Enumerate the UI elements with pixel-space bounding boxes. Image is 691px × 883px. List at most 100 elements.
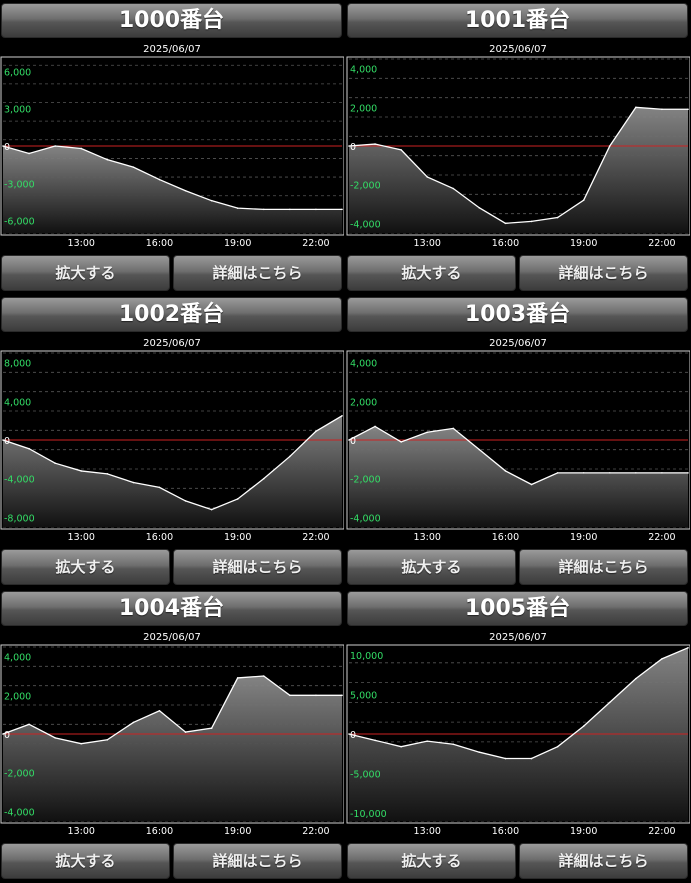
y-tick-label: 2,000 xyxy=(350,397,377,408)
data-point xyxy=(158,486,161,489)
data-point xyxy=(530,757,533,760)
data-point xyxy=(54,737,56,739)
data-point xyxy=(289,208,291,211)
data-point xyxy=(504,757,507,760)
zoom-button[interactable]: 拡大する xyxy=(1,843,170,879)
y-tick-label: 4,000 xyxy=(4,653,31,664)
y-tick-label: 0 xyxy=(4,436,10,447)
data-point xyxy=(106,739,109,741)
data-point xyxy=(530,220,533,223)
data-point xyxy=(635,472,637,474)
data-point xyxy=(374,739,376,742)
data-point xyxy=(106,473,109,475)
chart-svg: 2025/06/07 4,000 2,000 0 -2,000 -4,000 13:00 16… xyxy=(0,632,344,836)
machine-title: 1001番台 xyxy=(347,3,688,38)
y-tick-label: 4,000 xyxy=(350,359,377,370)
y-tick-label: 2,000 xyxy=(4,691,31,702)
data-point xyxy=(132,481,135,484)
machine-title: 1002番台 xyxy=(1,297,342,332)
details-button[interactable]: 詳細はこちら xyxy=(173,255,342,291)
details-button[interactable]: 詳細はこちら xyxy=(519,255,688,291)
y-tick-label: -8,000 xyxy=(4,513,35,524)
data-point xyxy=(289,694,291,697)
data-point xyxy=(210,508,213,511)
x-tick-label: 16:00 xyxy=(492,532,519,542)
data-point xyxy=(106,158,109,161)
data-point xyxy=(426,176,429,178)
y-tick-label: 4,000 xyxy=(4,397,31,408)
y-tick-label: -5,000 xyxy=(350,770,381,781)
data-point xyxy=(582,725,585,727)
y-tick-label: -4,000 xyxy=(4,475,35,486)
x-tick-label: 19:00 xyxy=(224,826,251,836)
y-tick-label: -4,000 xyxy=(350,513,381,524)
data-point xyxy=(262,477,265,480)
data-point xyxy=(452,427,455,430)
data-point xyxy=(80,742,83,745)
x-tick-label: 22:00 xyxy=(648,238,675,248)
y-tick-label: 0 xyxy=(4,730,10,741)
data-point xyxy=(184,731,187,733)
data-point xyxy=(341,208,343,211)
zoom-button[interactable]: 拡大する xyxy=(347,549,516,585)
data-point xyxy=(452,743,455,746)
data-point xyxy=(426,740,429,742)
data-point xyxy=(374,143,376,145)
x-tick-label: 22:00 xyxy=(648,826,675,836)
chart-area: 2025/06/07 4,000 2,000 0 -2,000 -4,000 13:00 16… xyxy=(346,334,690,542)
x-tick-label: 13:00 xyxy=(414,826,441,836)
y-tick-label: 2,000 xyxy=(350,103,377,114)
data-point xyxy=(556,216,559,219)
x-tick-label: 19:00 xyxy=(570,238,597,248)
x-tick-label: 16:00 xyxy=(146,532,173,542)
machine-panel: 1001番台 2025/06/07 4,000 2,000 0 -2,000 -4,000 1… xyxy=(346,0,690,291)
data-point xyxy=(556,745,559,748)
data-point xyxy=(608,472,611,474)
data-point xyxy=(608,145,611,147)
y-tick-label: -6,000 xyxy=(4,217,35,228)
details-button[interactable]: 詳細はこちら xyxy=(519,843,688,879)
zoom-button[interactable]: 拡大する xyxy=(1,255,170,291)
data-point xyxy=(582,199,585,201)
y-tick-label: -2,000 xyxy=(350,475,381,486)
data-point xyxy=(236,207,239,209)
chart-date: 2025/06/07 xyxy=(143,338,201,349)
y-tick-label: -2,000 xyxy=(4,769,35,780)
machine-panel: 1003番台 2025/06/07 4,000 2,000 0 -2,000 -4,000 1… xyxy=(346,294,690,585)
machine-panel: 1005番台 2025/06/07 10,000 5,000 0 -5,000 -10,00… xyxy=(346,588,690,879)
data-point xyxy=(426,431,429,434)
x-tick-label: 13:00 xyxy=(414,238,441,248)
data-point xyxy=(635,677,637,680)
zoom-button[interactable]: 拡大する xyxy=(347,843,516,879)
data-point xyxy=(236,677,239,679)
chart-svg: 2025/06/07 10,000 5,000 0 -5,000 -10,000 13:00… xyxy=(346,632,690,836)
y-tick-label: -10,000 xyxy=(350,809,387,820)
data-point xyxy=(661,108,663,111)
chart-svg: 2025/06/07 8,000 4,000 0 -4,000 -8,000 13:00 16… xyxy=(0,338,344,542)
chart-area: 2025/06/07 8,000 4,000 0 -4,000 -8,000 13:00 16… xyxy=(0,334,344,542)
data-point xyxy=(184,500,187,502)
x-tick-label: 19:00 xyxy=(570,532,597,542)
x-tick-label: 16:00 xyxy=(492,238,519,248)
details-button[interactable]: 詳細はこちら xyxy=(519,549,688,585)
data-point xyxy=(236,498,239,500)
data-point xyxy=(54,145,56,147)
y-tick-label: 6,000 xyxy=(4,67,31,78)
details-button[interactable]: 詳細はこちら xyxy=(173,843,342,879)
details-button[interactable]: 詳細はこちら xyxy=(173,549,342,585)
y-tick-label: 5,000 xyxy=(350,690,377,701)
y-tick-label: -2,000 xyxy=(350,181,381,192)
x-tick-label: 22:00 xyxy=(302,826,329,836)
y-tick-label: 10,000 xyxy=(350,651,383,662)
data-point xyxy=(504,222,507,225)
x-tick-label: 19:00 xyxy=(224,532,251,542)
zoom-button[interactable]: 拡大する xyxy=(1,549,170,585)
y-tick-label: -4,000 xyxy=(4,807,35,818)
data-point xyxy=(478,751,481,753)
chart-date: 2025/06/07 xyxy=(489,632,547,643)
zoom-button[interactable]: 拡大する xyxy=(347,255,516,291)
y-tick-label: 0 xyxy=(350,142,356,153)
data-point xyxy=(530,483,533,486)
data-point xyxy=(210,727,213,729)
data-point xyxy=(582,472,585,474)
